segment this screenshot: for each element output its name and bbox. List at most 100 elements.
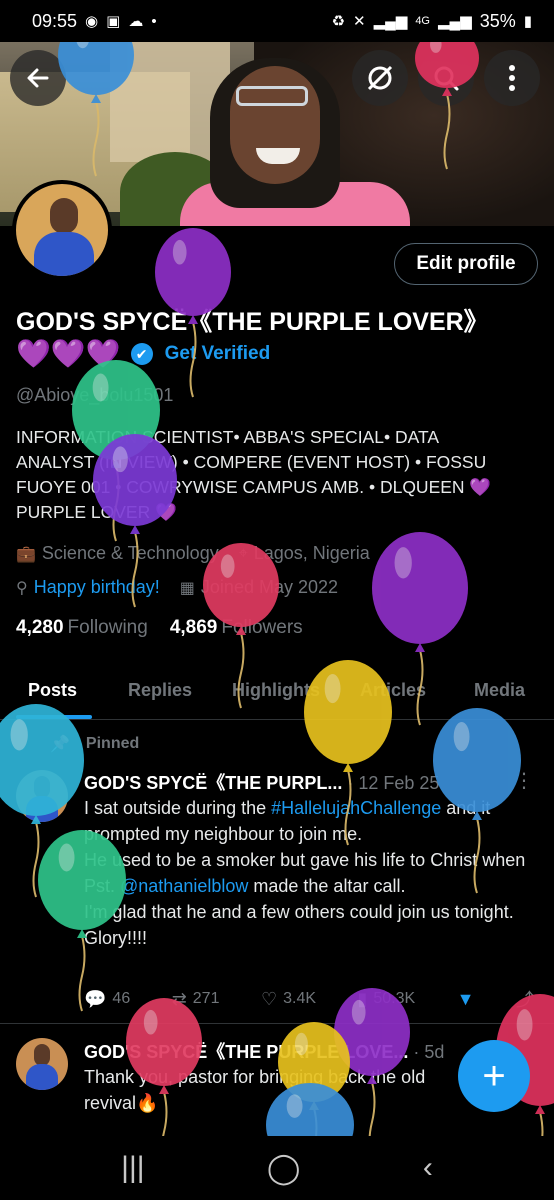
tab-posts[interactable]: Posts <box>28 680 77 701</box>
tweet-date: · 12 Feb 25 <box>347 773 440 793</box>
sync-off-button[interactable] <box>352 50 408 106</box>
tab-media[interactable]: Media <box>474 680 525 701</box>
location-icon: ⌖ <box>238 544 248 562</box>
tweet-divider <box>0 1023 554 1024</box>
repost-count: 271 <box>192 990 220 1007</box>
edit-profile-button[interactable]: Edit profile <box>394 243 538 285</box>
profile-bio: INFORMATION SCIENTIST• ABBA'S SPECIAL• D… <box>16 427 492 522</box>
birthday-link[interactable]: Happy birthday! <box>34 577 160 598</box>
status-right: ♻ ✕ ▂▄▆ 4G ▂▄▆ 35% ▮ <box>332 11 532 32</box>
share-action[interactable]: ⤴ <box>516 986 534 1012</box>
following-stat[interactable]: 4,280 Following <box>16 617 148 639</box>
tab-replies[interactable]: Replies <box>128 680 192 701</box>
compose-button[interactable]: + <box>458 1040 530 1112</box>
tweet-avatar[interactable] <box>16 1038 68 1090</box>
back-icon[interactable]: ‹ <box>423 1151 433 1185</box>
profile-meta-row: 💼 Science & Technology ⌖ Lagos, Nigeria <box>16 543 370 564</box>
whatsapp-icon: ◉ <box>85 13 99 30</box>
joined-date: Joined May 2022 <box>200 577 339 597</box>
tweet-author[interactable]: GOD'S SPYCË《THE PURPL... <box>84 773 342 793</box>
follow-stats: 4,280 Following 4,869 Followers <box>16 617 303 639</box>
reply-count: 46 <box>112 990 131 1007</box>
battery-icon: ▮ <box>523 13 532 30</box>
gallery-icon: ▣ <box>106 13 121 30</box>
recent-apps-icon[interactable]: ||| <box>121 1151 144 1185</box>
repost-icon: ⇄ <box>171 988 187 1009</box>
tweet-avatar[interactable] <box>16 770 68 822</box>
tweet-body[interactable]: Thank you, pastor for bringing back the … <box>84 1064 454 1116</box>
avatar-body <box>26 796 58 822</box>
verified-badge-icon[interactable]: ✔ <box>130 343 153 365</box>
hashtag-link[interactable]: #HallelujahChallenge <box>271 798 441 818</box>
view-count: 50.3K <box>373 990 416 1007</box>
like-count: 3.4K <box>283 990 317 1007</box>
display-name: GOD'S SPYCË《THE PURPLE LOVER》 <box>16 308 489 336</box>
reply-icon: 💬 <box>84 988 107 1009</box>
battery-percent: 35% <box>479 10 516 31</box>
tweet-actions: 💬 46 ⇄ 271 ♡ 3.4K ▮ 50.3K ▼ ⤴ <box>84 986 534 1012</box>
profile-tabs: Posts Replies Highlights Articles Media <box>0 668 554 720</box>
tweet-paragraph: Glory!!!! <box>84 928 148 948</box>
repost-action[interactable]: ⇄ 271 <box>172 986 220 1012</box>
home-icon[interactable]: ◯ <box>267 1151 301 1186</box>
status-left: 09:55 ◉ ▣ ☁ • <box>32 11 157 32</box>
back-arrow-icon <box>27 68 49 88</box>
tab-highlights[interactable]: Highlights <box>232 680 320 701</box>
reply-action[interactable]: 💬 46 <box>84 986 130 1012</box>
like-action[interactable]: ♡ 3.4K <box>261 986 316 1012</box>
followers-stat[interactable]: 4,869 Followers <box>170 617 303 639</box>
more-options-button[interactable] <box>484 50 540 106</box>
tweet-date: · 5d <box>413 1042 445 1062</box>
briefcase-icon: 💼 <box>16 545 36 563</box>
pinned-indicator: 📌 Pinned <box>50 734 139 754</box>
tweet-author[interactable]: GOD'S SPYCË《THE PURPLE LOVE... <box>84 1042 408 1062</box>
tweet-body[interactable]: I sat outside during the #HallelujahChal… <box>84 795 534 951</box>
profile-category[interactable]: Science & Technology <box>42 543 219 564</box>
active-tab-indicator <box>16 715 92 719</box>
following-label: Following <box>67 617 148 638</box>
tweet-paragraph: I'm glad that he and a few others could … <box>84 902 514 922</box>
network-type: 4G <box>415 15 430 27</box>
purple-hearts: 💜💜💜 <box>16 338 121 369</box>
calendar-icon: ▦ <box>179 579 195 597</box>
tweet-more-icon[interactable]: ⋮ <box>514 768 534 793</box>
avatar-body <box>34 232 94 276</box>
clock: 09:55 <box>32 10 78 31</box>
tweet-paragraph: He used to be a smoker but gave his life… <box>84 847 534 899</box>
tab-articles[interactable]: Articles <box>360 680 426 701</box>
share-icon: ⤴ <box>515 990 534 1010</box>
back-button[interactable] <box>10 50 66 106</box>
heart-icon: ♡ <box>260 988 278 1009</box>
profile-avatar[interactable] <box>12 180 112 280</box>
system-nav-bar: ||| ◯ ‹ <box>0 1136 554 1200</box>
banner-person-glasses <box>236 86 308 106</box>
tweet-text-segment: I sat outside during the <box>84 798 272 818</box>
tweet-header: GOD'S SPYCË《THE PURPLE LOVE... · 5d <box>84 1038 444 1064</box>
pinned-label: Pinned <box>85 735 140 752</box>
mute-icon: ✕ <box>353 13 366 30</box>
signal-icon: ▂▄▆ <box>373 13 408 30</box>
profile-meta-row-2: ⚲ Happy birthday! ▦ Joined May 2022 <box>16 577 338 598</box>
avatar-face <box>50 198 78 234</box>
profile-location: Lagos, Nigeria <box>253 543 370 563</box>
avatar-face <box>34 1044 50 1066</box>
mention-link[interactable]: @nathanielblow <box>120 876 248 896</box>
followers-label: Followers <box>221 617 303 638</box>
user-handle: @Abioye_bolu1501 <box>16 385 174 405</box>
avatar-face <box>34 776 50 798</box>
more-vertical-icon <box>509 65 515 91</box>
bookmark-icon: ▼ <box>456 988 475 1009</box>
sync-off-icon <box>367 65 393 91</box>
balloon-icon: ⚲ <box>16 579 28 597</box>
bookmark-action[interactable]: ▼ <box>457 986 475 1012</box>
battery-saver-icon: ♻ <box>331 13 346 30</box>
signal-icon: ▂▄▆ <box>438 13 472 30</box>
views-action[interactable]: ▮ 50.3K <box>357 986 415 1012</box>
name-badges-row: 💜💜💜 ✔ Get Verified <box>16 340 270 368</box>
dot-icon: • <box>151 12 157 30</box>
get-verified-link[interactable]: Get Verified <box>165 343 271 365</box>
tweet-text-segment: made the altar call. <box>248 876 406 896</box>
banner-person-face <box>230 66 320 184</box>
avatar-body <box>26 1064 58 1090</box>
search-button[interactable] <box>418 50 474 106</box>
